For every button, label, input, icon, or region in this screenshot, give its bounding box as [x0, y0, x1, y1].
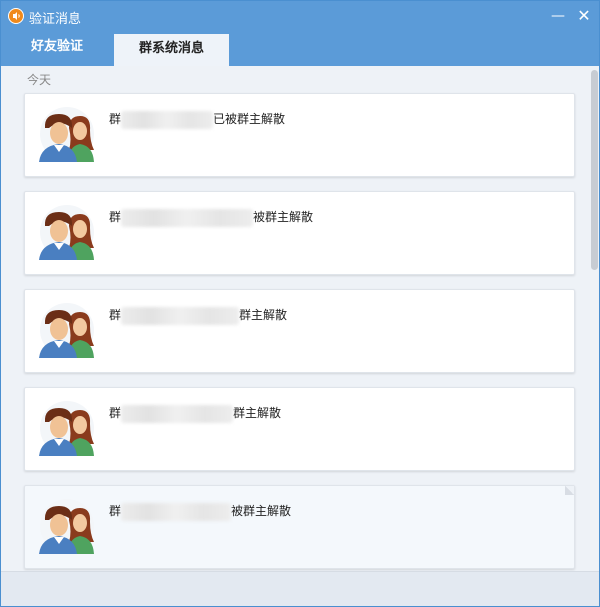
- message-text: 群 被群主解散: [109, 208, 313, 227]
- minimize-icon[interactable]: —: [549, 7, 567, 25]
- verification-messages-window: 验证消息 — ✕ 好友验证 群系统消息 今天 群 已被群主解散 群 被群主解散 群…: [0, 0, 600, 607]
- message-suffix: 被群主解散: [253, 210, 314, 224]
- message-list: 今天 群 已被群主解散 群 被群主解散 群 群主解散 群 群主解散 群 被群主解散: [1, 66, 599, 571]
- couple-avatar-icon: [39, 499, 94, 554]
- message-prefix: 群: [109, 112, 122, 126]
- couple-avatar-icon: [39, 303, 94, 358]
- message-card[interactable]: 群 已被群主解散: [24, 93, 575, 177]
- couple-avatar-icon: [39, 205, 94, 260]
- message-text: 群 群主解散: [109, 306, 287, 325]
- tab-group-system-messages[interactable]: 群系统消息: [114, 32, 229, 66]
- message-text: 群 被群主解散: [109, 502, 291, 521]
- day-label: 今天: [27, 73, 52, 87]
- message-prefix: 群: [109, 210, 122, 224]
- couple-avatar-icon: [39, 107, 94, 162]
- message-card[interactable]: 群 群主解散: [24, 387, 575, 471]
- title-bar[interactable]: 验证消息 — ✕: [1, 1, 599, 32]
- window-title: 验证消息: [29, 12, 82, 27]
- message-text: 群 群主解散: [109, 404, 281, 423]
- tab-bar: 好友验证 群系统消息: [1, 32, 599, 66]
- redacted-group-name: [121, 502, 232, 521]
- card-corner-fold: [565, 486, 574, 495]
- message-prefix: 群: [109, 504, 122, 518]
- couple-avatar-icon: [39, 401, 94, 456]
- message-card[interactable]: 群 群主解散: [24, 289, 575, 373]
- app-icon: [8, 8, 24, 24]
- redacted-group-name: [121, 110, 214, 129]
- tab-friend-verification[interactable]: 好友验证: [1, 32, 113, 66]
- message-suffix: 群主解散: [239, 308, 288, 322]
- vertical-scrollbar[interactable]: [589, 66, 599, 571]
- redacted-group-name: [121, 306, 240, 325]
- message-suffix: 已被群主解散: [213, 112, 286, 126]
- redacted-group-name: [121, 404, 234, 423]
- message-suffix: 被群主解散: [231, 504, 292, 518]
- footer-bar: [1, 571, 599, 606]
- message-card[interactable]: 群 被群主解散: [24, 485, 575, 569]
- message-prefix: 群: [109, 308, 122, 322]
- scrollbar-thumb[interactable]: [591, 70, 598, 270]
- message-text: 群 已被群主解散: [109, 110, 285, 129]
- message-suffix: 群主解散: [233, 406, 282, 420]
- message-prefix: 群: [109, 406, 122, 420]
- message-card[interactable]: 群 被群主解散: [24, 191, 575, 275]
- close-icon[interactable]: ✕: [575, 7, 593, 25]
- redacted-group-name: [121, 208, 254, 227]
